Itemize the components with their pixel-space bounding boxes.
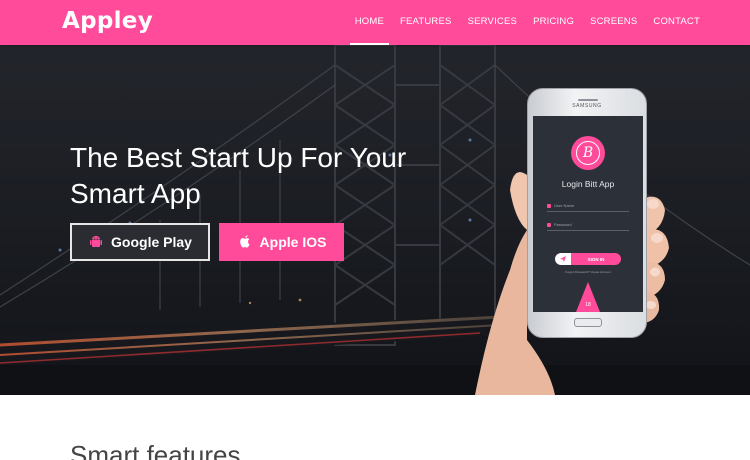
google-play-label: Google Play xyxy=(111,234,192,250)
nav-features[interactable]: FEATURES xyxy=(392,0,460,45)
section-title: Smart features xyxy=(70,440,241,460)
nav-contact[interactable]: CONTACT xyxy=(645,0,708,45)
badge-triangle: 18 xyxy=(576,282,600,312)
phone-speaker xyxy=(578,99,598,101)
top-navbar: Appley HOME FEATURES SERVICES PRICING SC… xyxy=(0,0,750,45)
username-field[interactable]: User Name xyxy=(547,200,629,212)
nav-screens[interactable]: SCREENS xyxy=(582,0,645,45)
app-logo-letter: B xyxy=(576,141,600,165)
account-links[interactable]: Forgot Password? Create Account xyxy=(533,270,643,274)
brand-logo[interactable]: Appley xyxy=(62,8,153,34)
user-icon xyxy=(547,203,551,208)
signin-button[interactable]: SIGN IN xyxy=(555,253,621,265)
send-icon xyxy=(555,253,571,265)
apple-icon xyxy=(239,235,250,248)
password-label: Password xyxy=(554,222,572,227)
lock-icon xyxy=(547,222,551,227)
app-screen: B Login Bitt App User Name Password SIGN… xyxy=(533,116,643,312)
apple-ios-label: Apple IOS xyxy=(259,234,327,250)
badge-number: 18 xyxy=(585,302,591,308)
nav-home[interactable]: HOME xyxy=(347,0,392,45)
username-label: User Name xyxy=(554,203,575,208)
hero-headline: The Best Start Up For Your Smart App xyxy=(70,140,450,212)
nav-services[interactable]: SERVICES xyxy=(460,0,525,45)
nav-pricing[interactable]: PRICING xyxy=(525,0,582,45)
hero-headline-line1: The Best Start Up For Your xyxy=(70,142,407,173)
app-logo: B xyxy=(571,136,605,170)
hero-headline-line2: Smart App xyxy=(70,178,201,209)
phone-home-button xyxy=(574,318,602,327)
hero-section: The Best Start Up For Your Smart App Goo… xyxy=(0,45,750,395)
app-title: Login Bitt App xyxy=(561,179,615,189)
phone-brand-text: SAMSUNG xyxy=(572,103,602,109)
google-play-button[interactable]: Google Play xyxy=(70,223,210,261)
password-field[interactable]: Password xyxy=(547,219,629,231)
phone-mockup: SAMSUNG B Login Bitt App User Name Passw… xyxy=(455,80,685,395)
main-nav: HOME FEATURES SERVICES PRICING SCREENS C… xyxy=(347,0,708,45)
apple-ios-button[interactable]: Apple IOS xyxy=(219,223,344,261)
signin-label: SIGN IN xyxy=(587,256,605,262)
phone-device: SAMSUNG B Login Bitt App User Name Passw… xyxy=(527,88,647,338)
android-icon xyxy=(90,236,103,247)
